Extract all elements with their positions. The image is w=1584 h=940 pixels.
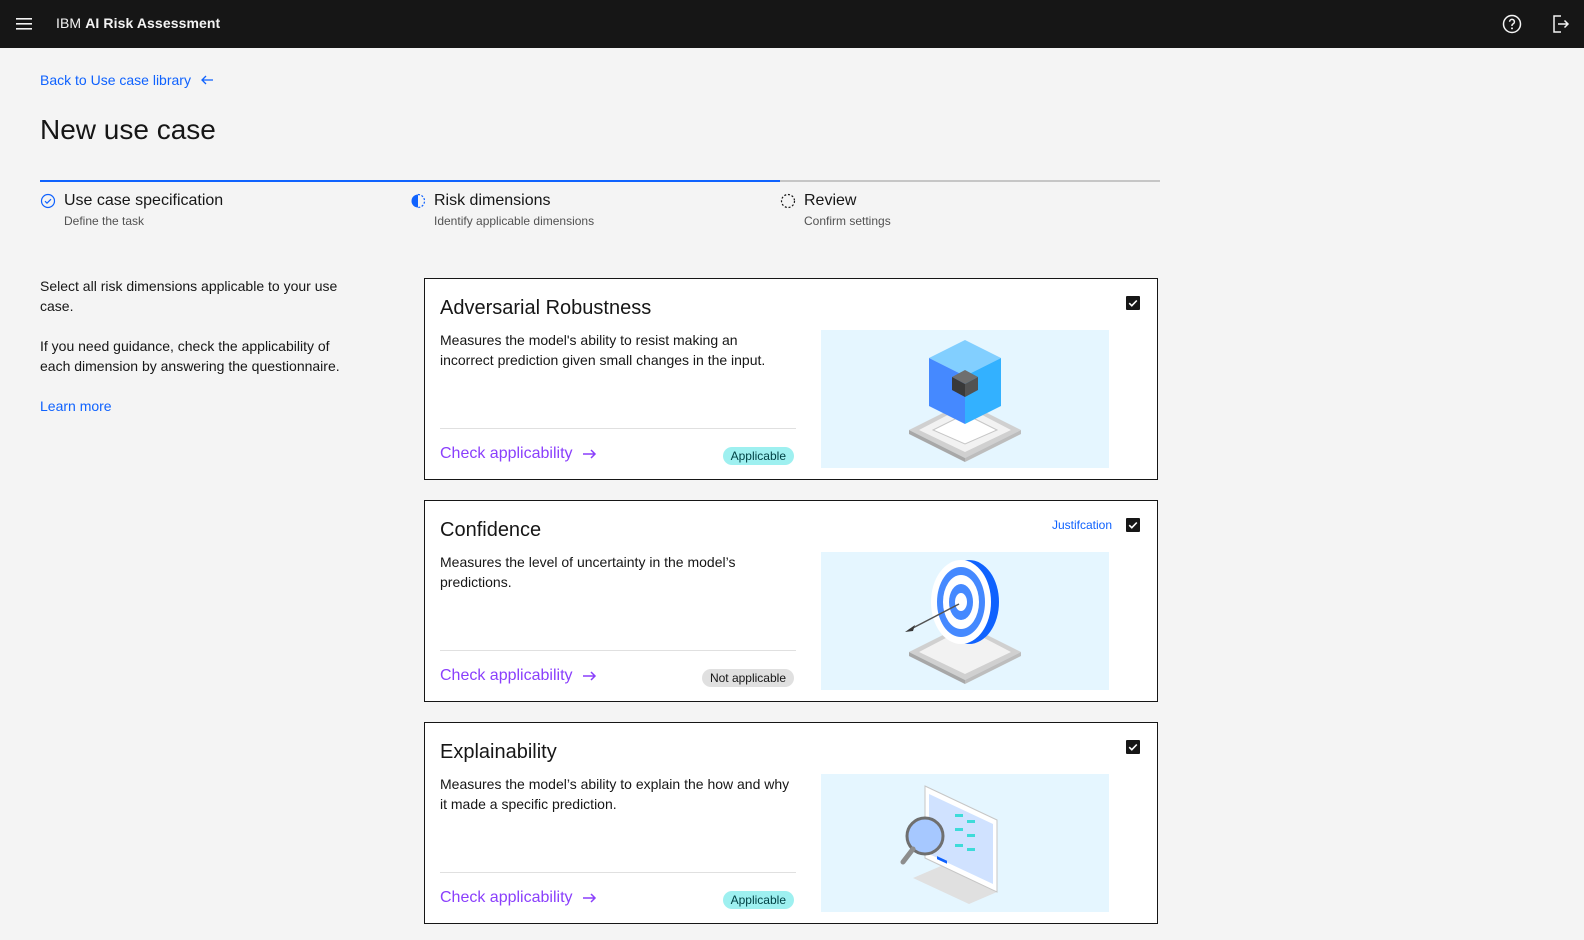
card-divider — [440, 428, 796, 429]
page-title: New use case — [40, 114, 216, 145]
checkmark-icon — [1128, 743, 1138, 751]
status-tag: Not applicable — [701, 669, 794, 687]
risk-card-confidence: Confidence Measures the level of uncerta… — [424, 500, 1158, 702]
card-title: Explainability — [440, 741, 557, 763]
card-divider — [440, 872, 796, 873]
checkmark-icon — [1128, 521, 1138, 529]
arrow-right-icon — [582, 449, 596, 459]
product-name: AI Risk Assessment — [85, 15, 221, 31]
step-sublabel: Identify applicable dimensions — [434, 214, 595, 228]
check-applicability-link[interactable]: Check applicability — [440, 889, 599, 907]
learn-more-link[interactable]: Learn more — [40, 398, 112, 414]
status-tag: Applicable — [722, 447, 794, 465]
step-sublabel: Confirm settings — [804, 214, 891, 228]
intro-paragraph-1: Select all risk dimensions applicable to… — [40, 278, 338, 314]
step-label: Review — [804, 192, 857, 209]
back-to-library-link[interactable]: Back to Use case library — [40, 72, 215, 88]
justification-link[interactable]: Justifcation — [1052, 518, 1112, 532]
step-review[interactable]: Review Confirm settings — [780, 180, 1160, 240]
status-tag: Applicable — [722, 891, 794, 909]
arrow-left-icon — [201, 75, 213, 85]
arrow-right-icon — [582, 671, 596, 681]
hamburger-menu-icon[interactable] — [12, 12, 36, 36]
dimension-checkbox[interactable] — [1126, 740, 1140, 754]
step-sublabel: Define the task — [64, 214, 145, 228]
check-applicability-label: Check applicability — [440, 445, 573, 462]
intro-paragraph-2: If you need guidance, check the applicab… — [40, 338, 340, 374]
help-icon[interactable] — [1500, 12, 1524, 36]
step-incomplete-icon — [780, 193, 796, 209]
arrow-right-icon — [582, 893, 596, 903]
risk-card-adversarial-robustness: Adversarial Robustness Measures the mode… — [424, 278, 1158, 480]
back-link-label: Back to Use case library — [40, 72, 191, 88]
checkmark-icon — [1128, 299, 1138, 307]
logout-icon[interactable] — [1548, 12, 1572, 36]
card-description: Measures the level of uncertainty in the… — [440, 554, 736, 590]
robustness-illustration — [821, 330, 1109, 468]
intro-text: Select all risk dimensions applicable to… — [40, 276, 340, 416]
check-applicability-link[interactable]: Check applicability — [440, 667, 599, 685]
check-applicability-link[interactable]: Check applicability — [440, 445, 599, 463]
card-title: Confidence — [440, 519, 542, 541]
step-bar — [780, 180, 1160, 182]
dimension-checkbox[interactable] — [1126, 296, 1140, 310]
check-applicability-label: Check applicability — [440, 889, 573, 906]
card-divider — [440, 650, 796, 651]
check-applicability-label: Check applicability — [440, 667, 573, 684]
dimension-checkbox[interactable] — [1126, 518, 1140, 532]
step-label: Risk dimensions — [434, 192, 551, 209]
confidence-illustration — [821, 552, 1109, 690]
top-header: IBM AI Risk Assessment — [0, 0, 1584, 48]
app-title[interactable]: IBM AI Risk Assessment — [56, 15, 220, 31]
step-current-icon — [411, 193, 426, 209]
brand-name: IBM — [56, 15, 82, 31]
card-title: Adversarial Robustness — [440, 297, 652, 319]
step-bar — [40, 180, 413, 182]
explainability-illustration — [821, 774, 1109, 912]
step-risk-dimensions[interactable]: Risk dimensions Identify applicable dime… — [410, 180, 783, 240]
card-description: Measures the model's ability to resist m… — [440, 332, 766, 368]
step-bar — [410, 180, 783, 182]
progress-indicator: Use case specification Define the task R… — [40, 180, 1160, 240]
step-use-case-specification[interactable]: Use case specification Define the task — [40, 180, 413, 240]
checkmark-outline-icon — [40, 193, 56, 209]
risk-card-explainability: Explainability Measures the model’s abil… — [424, 722, 1158, 924]
step-label: Use case specification — [64, 192, 224, 209]
card-description: Measures the model’s ability to explain … — [440, 776, 790, 812]
